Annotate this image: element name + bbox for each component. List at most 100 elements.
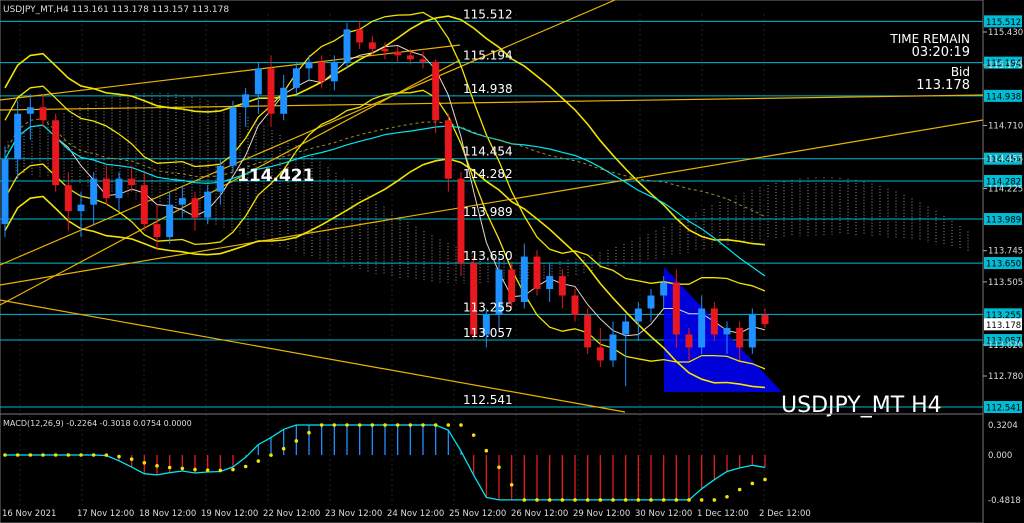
candle-body (736, 327, 744, 348)
candle-body (318, 61, 326, 82)
signal-dot (585, 498, 590, 502)
bid-value: 113.178 (916, 78, 970, 93)
candle-body (394, 51, 402, 56)
price-tick-label: 113.505 (988, 278, 1023, 288)
signal-dot (142, 461, 147, 465)
signal-dot (661, 498, 666, 502)
time-label: 29 Nov 12:00 (573, 509, 630, 519)
candle-body (330, 61, 338, 82)
candle-body (748, 314, 756, 348)
candle-body (609, 334, 617, 361)
signal-dot (446, 423, 451, 427)
macd-tick-label: 0.000 (988, 451, 1012, 461)
signal-dot (535, 498, 539, 502)
candle-body (115, 178, 123, 199)
level-label: 115.194 (463, 49, 513, 63)
candle-body (1, 159, 9, 225)
candle-body (672, 282, 680, 335)
level-label: 113.989 (463, 205, 513, 219)
level-tag-text: 114.938 (986, 92, 1021, 102)
candle-body (153, 224, 161, 238)
signal-dot (256, 459, 261, 463)
signal-dot (459, 423, 463, 427)
candle-body (267, 68, 275, 114)
signal-dot (611, 498, 615, 502)
big-price-label: 114.421 (237, 166, 314, 186)
signal-dot (3, 453, 7, 457)
price-chart[interactable]: 115.512115.512115.194115.194114.938114.9… (0, 0, 1024, 523)
time-remain-value: 03:20:19 (912, 45, 970, 60)
candle-body (571, 295, 579, 315)
signal-dot (79, 453, 83, 457)
price-tick-label: 114.225 (988, 184, 1023, 194)
candle-body (242, 94, 250, 108)
level-tag-text: 115.512 (986, 18, 1021, 28)
price-tick-label: 115.175 (988, 61, 1023, 71)
signal-dot (28, 453, 33, 457)
candle-body (292, 68, 300, 88)
signal-dot (573, 498, 577, 502)
time-label: 30 Nov 12:00 (635, 509, 692, 519)
current-price-text: 113.178 (986, 321, 1021, 331)
level-label: 113.255 (463, 300, 513, 314)
candle-body (216, 165, 224, 192)
signal-dot (193, 467, 197, 472)
price-tick-label: 113.020 (988, 341, 1023, 351)
signal-dot (307, 430, 311, 435)
signal-dot (281, 446, 286, 451)
candle-body (140, 185, 148, 225)
candle-body (381, 48, 389, 52)
candle-body (685, 334, 693, 348)
candle-body (546, 276, 554, 290)
signal-dot (269, 453, 273, 457)
time-label: 18 Nov 12:00 (139, 509, 196, 519)
signal-dot (15, 453, 20, 457)
price-tick-label: 113.745 (988, 247, 1023, 257)
level-tag-text: 113.989 (986, 216, 1021, 226)
candle-body (723, 327, 731, 335)
candle-body (102, 178, 110, 199)
signal-dot (623, 498, 628, 502)
signal-dot (547, 498, 552, 502)
signal-dot (699, 498, 704, 502)
candle-body (14, 113, 22, 160)
signal-dot (104, 453, 109, 457)
candle-body (596, 347, 604, 361)
time-label: 22 Nov 12:00 (263, 509, 320, 519)
signal-dot (649, 498, 653, 502)
signal-dot (129, 457, 134, 461)
level-label: 113.650 (463, 249, 513, 263)
signal-dot (66, 453, 71, 457)
signal-dot (509, 483, 514, 487)
level-tag-text: 112.541 (986, 404, 1021, 414)
signal-dot (395, 423, 400, 427)
signal-dot (319, 423, 324, 427)
candle-body (520, 256, 528, 303)
signal-dot (687, 498, 691, 502)
signal-dot (332, 423, 337, 427)
signal-dot (218, 468, 223, 473)
signal-dot (167, 465, 172, 470)
time-label: 17 Nov 12:00 (77, 509, 134, 519)
candle-body (305, 61, 313, 69)
candle-body (508, 269, 516, 303)
time-label: 26 Nov 12:00 (511, 509, 568, 519)
signal-dot (294, 439, 299, 443)
signal-dot (117, 454, 121, 459)
level-tag-text: 113.650 (986, 260, 1021, 270)
signal-dot (53, 453, 58, 457)
signal-dot (712, 498, 717, 502)
level-label: 114.282 (463, 167, 513, 181)
price-tick-label: 112.780 (988, 372, 1023, 382)
signal-dot (155, 464, 159, 468)
candle-body (204, 191, 212, 218)
candle-body (419, 59, 427, 62)
candle-body (558, 276, 566, 296)
signal-dot (345, 423, 349, 427)
candle-body (229, 107, 237, 166)
signal-dot (41, 453, 45, 457)
signal-dot (522, 498, 527, 502)
time-axis: 16 Nov 2021 17 Nov 12:00 18 Nov 12:00 19 No… (2, 509, 811, 519)
candle-body (64, 185, 72, 212)
price-tick-label: 114.710 (988, 121, 1023, 131)
